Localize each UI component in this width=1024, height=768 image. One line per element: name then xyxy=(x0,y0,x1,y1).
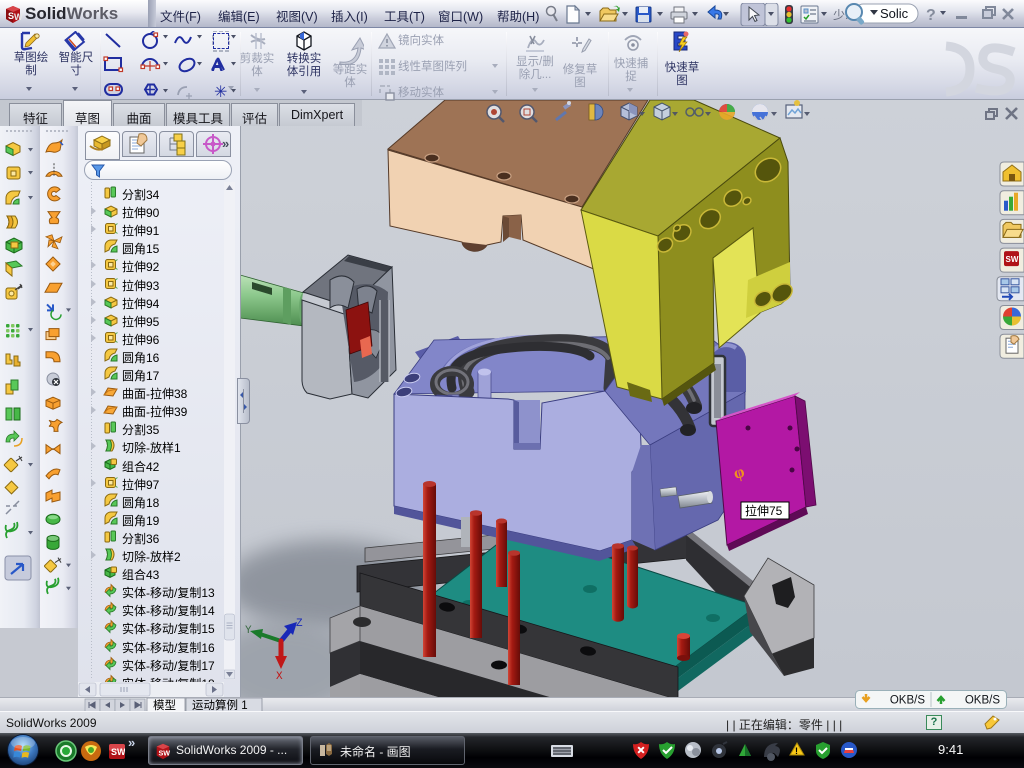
svg-text:模型: 模型 xyxy=(153,698,176,712)
svg-text:!: ! xyxy=(795,746,798,756)
svg-text:Solic: Solic xyxy=(880,6,909,21)
svg-text:SW: SW xyxy=(111,747,125,757)
svg-text:SW: SW xyxy=(159,749,171,758)
svg-text:Y: Y xyxy=(245,625,252,637)
svg-text:OKB/S: OKB/S xyxy=(965,695,1000,707)
svg-text:运动算例 1: 运动算例 1 xyxy=(192,698,248,712)
svg-text:OKB/S: OKB/S xyxy=(890,695,925,707)
svg-text:X: X xyxy=(276,671,283,683)
svg-text:Z: Z xyxy=(296,618,303,630)
svg-text:?: ? xyxy=(926,7,936,24)
svg-text:SW: SW xyxy=(1006,255,1019,264)
svg-text:W: W xyxy=(14,12,23,22)
svg-text:拉伸75: 拉伸75 xyxy=(745,503,783,518)
